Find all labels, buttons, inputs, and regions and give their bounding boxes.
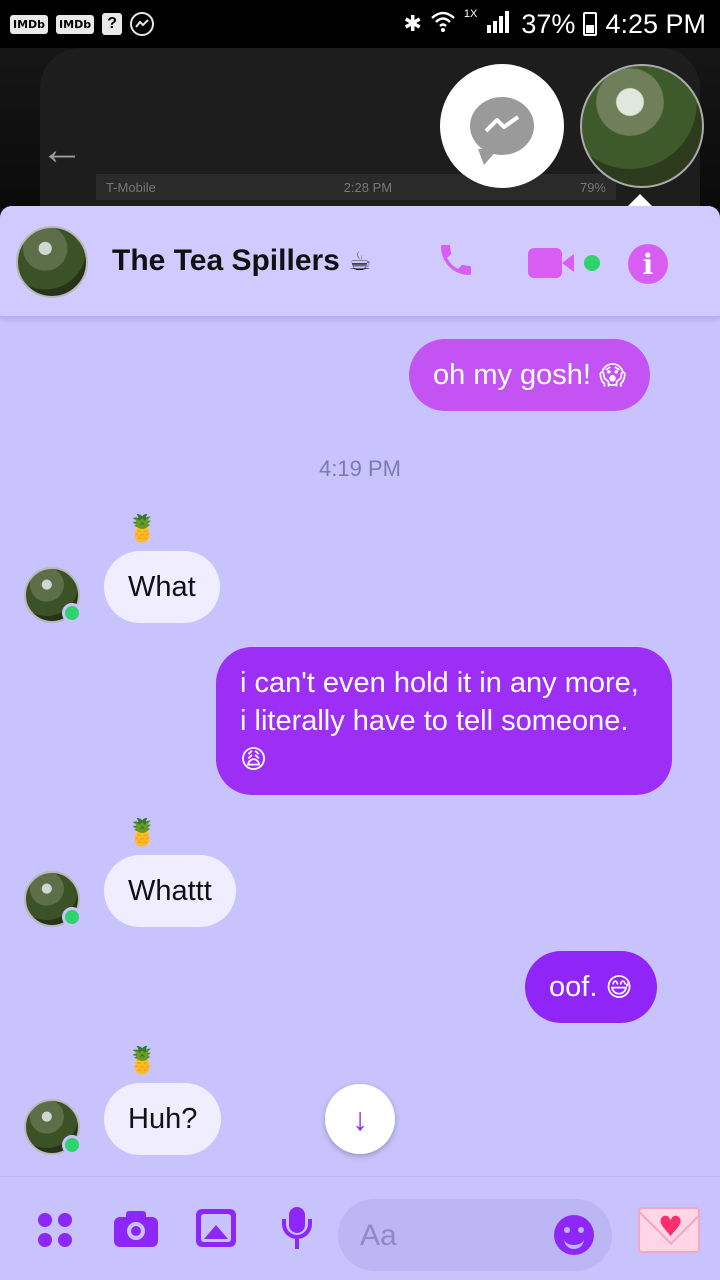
message-text: oh my gosh!	[433, 359, 591, 391]
message-input[interactable]: Aa	[338, 1199, 612, 1271]
background-battery: 79%	[579, 179, 606, 195]
message-incoming[interactable]: Whattt	[104, 855, 236, 927]
info-icon[interactable]: i	[628, 244, 668, 284]
online-indicator	[62, 1135, 82, 1155]
sender-avatar[interactable]	[24, 871, 82, 927]
group-title[interactable]: The Tea Spillers ☕	[112, 244, 372, 278]
online-indicator	[62, 907, 82, 927]
gallery-icon[interactable]	[196, 1209, 236, 1247]
arrow-down-icon: ↓	[352, 1100, 368, 1137]
message-emoji: 😩	[240, 745, 268, 775]
love-letter-icon[interactable]: ♥	[638, 1207, 700, 1253]
scroll-to-bottom-button[interactable]: ↓	[325, 1084, 395, 1154]
sender-avatar[interactable]	[24, 1099, 82, 1155]
timestamp: 4:19 PM	[319, 456, 401, 481]
message-incoming[interactable]: What	[104, 551, 220, 623]
message-emoji: 😱	[599, 361, 627, 391]
background-time: 2:28 PM	[343, 179, 393, 195]
message-text: i can't even hold it in any more, i lite…	[240, 667, 639, 737]
messenger-icon	[470, 97, 534, 165]
message-text: Huh?	[128, 1103, 198, 1135]
emoji-icon[interactable]	[554, 1215, 594, 1255]
message-input-placeholder: Aa	[360, 1219, 397, 1252]
message-outgoing[interactable]: oof. 😅	[525, 951, 657, 1023]
wifi-rate: 1X	[463, 8, 478, 20]
group-title-text: The Tea Spillers	[112, 244, 340, 277]
heart-icon: ♥	[658, 1210, 684, 1243]
group-title-emoji: ☕	[348, 247, 372, 277]
online-indicator	[62, 603, 82, 623]
back-arrow-icon[interactable]: ←	[40, 128, 84, 172]
message-incoming[interactable]: Huh?	[104, 1083, 222, 1155]
group-avatar[interactable]	[16, 226, 88, 298]
camera-icon[interactable]	[114, 1211, 158, 1247]
video-camera-icon[interactable]	[528, 248, 576, 278]
sender-avatar[interactable]	[24, 567, 82, 623]
composer-bar: Aa ♥	[0, 1176, 720, 1280]
battery-icon	[583, 12, 598, 36]
message-outgoing[interactable]: oh my gosh! 😱	[409, 339, 651, 411]
question-app-icon: ?	[102, 13, 123, 35]
reaction-pineapple[interactable]: 🍍	[126, 514, 158, 544]
apps-grid-icon[interactable]	[38, 1213, 74, 1249]
message-outgoing[interactable]: i can't even hold it in any more, i lite…	[216, 647, 672, 795]
message-text: oof.	[549, 971, 598, 1003]
phone-icon[interactable]	[436, 240, 476, 289]
imdb-icon: IMDb	[56, 14, 95, 34]
message-text: What	[128, 571, 196, 603]
status-bar: IMDb IMDb ? ✱ 1X 37% 4:25 PM	[0, 0, 720, 48]
background-carrier: T-Mobile	[106, 179, 156, 195]
imdb-icon: IMDb	[10, 14, 49, 34]
reaction-pineapple[interactable]: 🍍	[126, 818, 158, 848]
messenger-status-icon	[130, 12, 155, 36]
microphone-icon[interactable]	[282, 1207, 312, 1251]
reaction-pineapple[interactable]: 🍍	[126, 1046, 158, 1076]
battery-percent: 37%	[521, 8, 576, 39]
chat-panel: The Tea Spillers ☕ i oh my gosh! 😱 4:19 …	[0, 206, 720, 1280]
chat-header: The Tea Spillers ☕ i	[0, 206, 720, 318]
status-time: 4:25 PM	[605, 8, 706, 39]
message-emoji: 😅	[605, 973, 633, 1003]
message-text: Whattt	[128, 875, 212, 907]
chat-head-avatar[interactable]	[580, 64, 704, 188]
messenger-bubble-button[interactable]	[440, 64, 564, 188]
active-call-dot	[584, 255, 600, 271]
wifi-icon	[430, 10, 456, 38]
signal-icon	[485, 9, 513, 40]
bluetooth-icon: ✱	[403, 11, 422, 36]
background-status: T-Mobile 2:28 PM 79%	[96, 174, 616, 200]
